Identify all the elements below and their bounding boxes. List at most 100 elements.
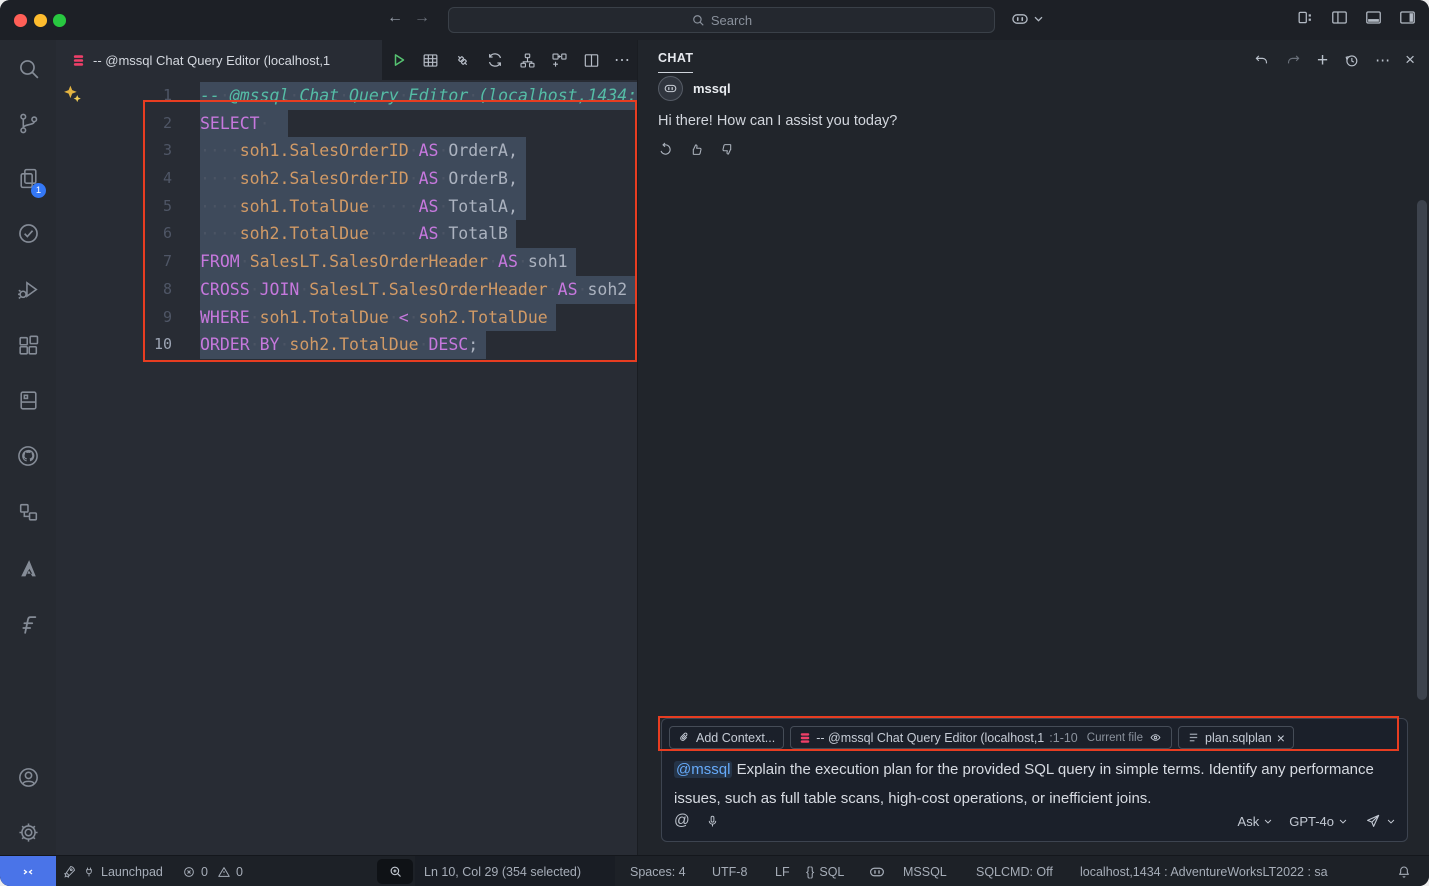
- estimated-plan-icon[interactable]: [518, 51, 537, 70]
- titlebar: ← → Search: [0, 0, 1429, 40]
- code-line[interactable]: 4····soh2.SalesOrderID·AS·OrderB,: [56, 165, 637, 193]
- close-icon[interactable]: ×: [1405, 50, 1415, 70]
- search-input[interactable]: Search: [448, 7, 995, 33]
- code-line[interactable]: 1--·@mssql·Chat·Query·Editor·(localhost,…: [56, 82, 637, 110]
- toggle-primary-sidebar-icon[interactable]: [1330, 8, 1349, 27]
- selection-highlight: SELECT·: [200, 110, 288, 138]
- send-button[interactable]: [1364, 812, 1395, 830]
- toggle-secondary-sidebar-icon[interactable]: [1398, 8, 1417, 27]
- more-icon[interactable]: ⋯: [1375, 51, 1390, 69]
- sidebar-item-fabric[interactable]: [0, 602, 56, 646]
- toggle-panel-icon[interactable]: [1364, 8, 1383, 27]
- sidebar-item-settings[interactable]: [0, 810, 56, 854]
- copilot-status-item[interactable]: [868, 856, 886, 886]
- disconnect-icon[interactable]: [453, 51, 472, 70]
- code-line[interactable]: 3····soh1.SalesOrderID·AS·OrderA,: [56, 137, 637, 165]
- code-line[interactable]: 2SELECT·: [56, 110, 637, 138]
- split-editor-icon[interactable]: [582, 51, 601, 70]
- account-icon: [16, 765, 41, 790]
- redo-icon[interactable]: [1285, 52, 1302, 69]
- context-chip-current-file[interactable]: -- @mssql Chat Query Editor (localhost,1…: [790, 726, 1172, 749]
- eol-status[interactable]: LF: [775, 856, 790, 886]
- context-chip-sqlplan[interactable]: plan.sqlplan ×: [1178, 726, 1294, 749]
- editor-tab[interactable]: -- @mssql Chat Query Editor (localhost,1: [56, 40, 382, 80]
- error-count: 0: [201, 865, 208, 879]
- code-editor[interactable]: 1--·@mssql·Chat·Query·Editor·(localhost,…: [56, 80, 637, 855]
- undo-icon[interactable]: [1253, 52, 1270, 69]
- code-line[interactable]: 6····soh2.TotalDue·····AS·TotalB: [56, 220, 637, 248]
- code-lines: 1--·@mssql·Chat·Query·Editor·(localhost,…: [56, 82, 637, 359]
- thumbs-down-icon[interactable]: [719, 141, 736, 158]
- mssql-mention[interactable]: @mssql: [674, 761, 732, 778]
- database-icon: [799, 732, 811, 744]
- language-status[interactable]: {} SQL: [806, 856, 844, 886]
- sidebar-item-extensions[interactable]: [0, 323, 56, 367]
- model-picker[interactable]: GPT-4o: [1289, 814, 1347, 829]
- encoding-status[interactable]: UTF-8: [712, 856, 747, 886]
- connection-status[interactable]: localhost,1434 : AdventureWorksLT2022 : …: [1080, 856, 1328, 886]
- problems-status-item[interactable]: 0 0: [182, 856, 243, 886]
- code-line[interactable]: 5····soh1.TotalDue·····AS·TotalA,: [56, 193, 637, 221]
- sidebar-item-run-debug[interactable]: [0, 267, 56, 311]
- code-line[interactable]: 9WHERE·soh1.TotalDue·<·soh2.TotalDue: [56, 304, 637, 332]
- close-icon[interactable]: ×: [1277, 730, 1285, 746]
- thumbs-up-icon[interactable]: [688, 141, 705, 158]
- chat-scrollbar[interactable]: [1417, 200, 1427, 700]
- tab-chat[interactable]: CHAT: [658, 51, 693, 73]
- remote-indicator[interactable]: [0, 856, 56, 886]
- code-line[interactable]: 10ORDER·BY·soh2.TotalDue·DESC;: [56, 331, 637, 359]
- sqlcmd-mode-icon[interactable]: [550, 51, 569, 70]
- add-context-button[interactable]: Add Context...: [669, 726, 784, 749]
- chevron-down-icon: [1339, 819, 1347, 824]
- new-chat-icon[interactable]: +: [1317, 53, 1328, 68]
- launchpad-status-item[interactable]: Launchpad: [62, 856, 163, 886]
- mssql-status[interactable]: MSSQL: [903, 856, 947, 886]
- rocket-icon: [62, 864, 77, 879]
- file-lines-icon: [1187, 731, 1200, 744]
- sidebar-item-notebook[interactable]: [0, 378, 56, 422]
- microphone-icon[interactable]: [705, 814, 720, 829]
- customize-layout-icon[interactable]: [1296, 8, 1315, 27]
- sidebar-item-explorer[interactable]: 1: [0, 156, 56, 200]
- sidebar-item-search[interactable]: [0, 46, 56, 90]
- more-actions-icon[interactable]: ⋯: [614, 50, 631, 70]
- line-number: 4: [56, 165, 172, 193]
- run-query-icon[interactable]: [388, 50, 408, 70]
- sidebar-item-object-explorer[interactable]: [0, 490, 56, 534]
- code-line[interactable]: 8 CROSS·JOIN·SalesLT.SalesOrderHeader·AS·…: [56, 276, 637, 304]
- mode-picker[interactable]: Ask: [1238, 814, 1273, 829]
- line-number: 8: [56, 276, 172, 304]
- minimize-window-button[interactable]: [34, 14, 47, 27]
- close-window-button[interactable]: [14, 14, 27, 27]
- eye-icon[interactable]: [1148, 730, 1163, 745]
- zoom-status-item[interactable]: [377, 859, 413, 884]
- sidebar-item-accounts[interactable]: [0, 755, 56, 799]
- context-chip-title: -- @mssql Chat Query Editor (localhost,1: [816, 731, 1044, 745]
- chat-input-container[interactable]: Add Context... -- @mssql Chat Query Edit…: [661, 718, 1408, 842]
- notifications-bell[interactable]: [1396, 856, 1412, 886]
- code-line[interactable]: 7FROM·SalesLT.SalesOrderHeader·AS·soh1: [56, 248, 637, 276]
- sidebar-item-task-check[interactable]: [0, 211, 56, 255]
- copilot-icon: [1010, 9, 1030, 29]
- chevron-down-icon: [1264, 819, 1272, 824]
- sidebar-item-azure[interactable]: [0, 546, 56, 590]
- chevron-down-icon: [1034, 16, 1043, 22]
- mention-at-icon[interactable]: @: [674, 812, 690, 830]
- retry-icon[interactable]: [657, 141, 674, 158]
- sqlcmd-status[interactable]: SQLCMD: Off: [976, 856, 1053, 886]
- check-badge-icon: [16, 221, 41, 246]
- forward-arrow-icon[interactable]: →: [414, 9, 430, 27]
- maximize-window-button[interactable]: [53, 14, 66, 27]
- indentation-status[interactable]: Spaces: 4: [630, 856, 686, 886]
- copilot-menu-button[interactable]: [1010, 9, 1043, 29]
- results-grid-icon[interactable]: [421, 51, 440, 70]
- history-icon[interactable]: [1343, 52, 1360, 69]
- cursor-position-status[interactable]: Ln 10, Col 29 (354 selected): [424, 856, 581, 886]
- back-arrow-icon[interactable]: ←: [387, 9, 403, 27]
- change-connection-icon[interactable]: [485, 50, 505, 70]
- selection-highlight: CROSS·JOIN·SalesLT.SalesOrderHeader·AS·s…: [200, 276, 635, 304]
- chat-prompt-text[interactable]: @mssql Explain the execution plan for th…: [674, 755, 1374, 813]
- line-number: 9: [56, 304, 172, 332]
- sidebar-item-source-control[interactable]: [0, 101, 56, 145]
- sidebar-item-github[interactable]: [0, 434, 56, 478]
